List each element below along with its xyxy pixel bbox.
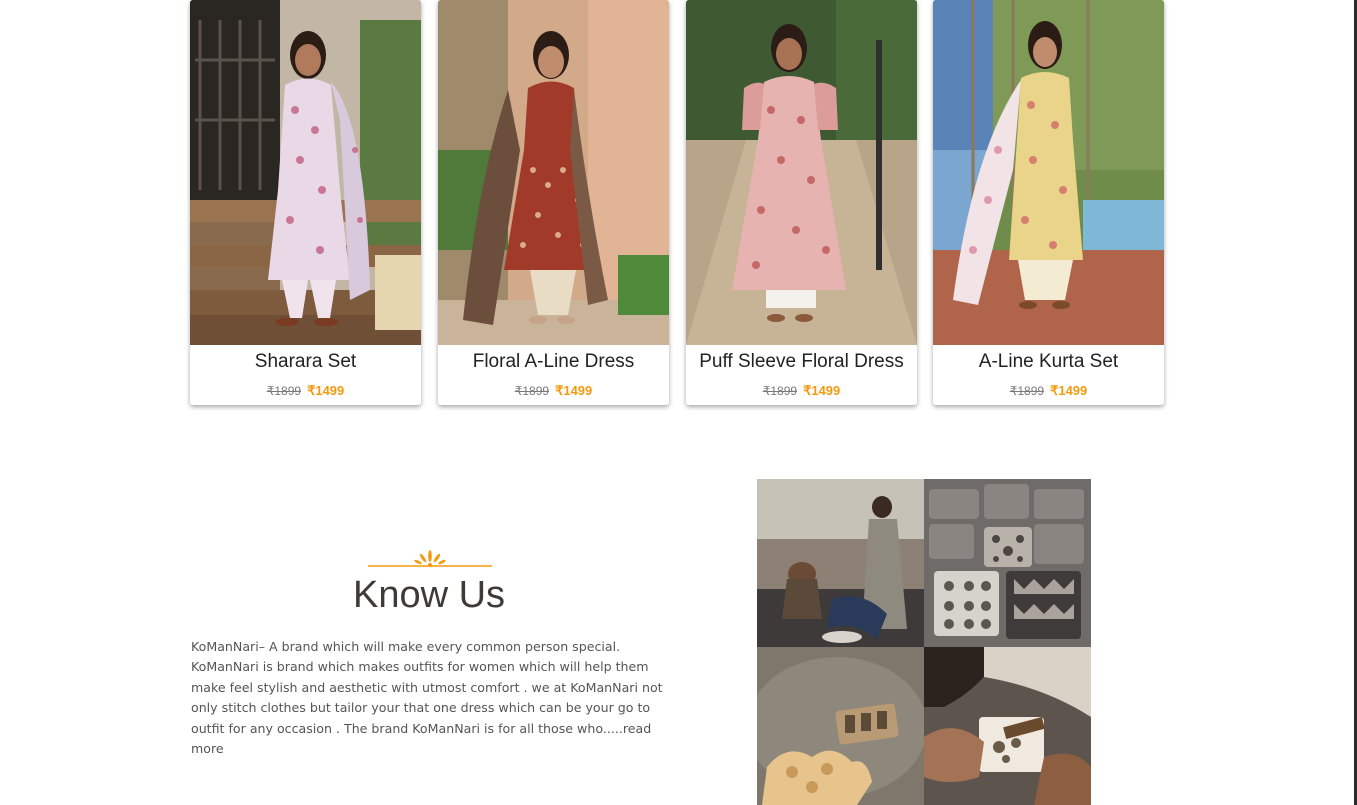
product-grid: Sharara Set ₹1899 ₹1499 Floral A-Line Dr…	[190, 0, 1165, 410]
product-image[interactable]	[190, 0, 421, 345]
product-card[interactable]: A-Line Kurta Set ₹1899 ₹1499	[933, 0, 1164, 405]
product-price: ₹1899 ₹1499	[686, 383, 917, 399]
sale-price: ₹1499	[307, 383, 345, 398]
collage-image	[757, 647, 924, 805]
collage-image	[924, 479, 1091, 647]
collage-image	[924, 647, 1091, 805]
product-price: ₹1899 ₹1499	[933, 383, 1164, 399]
craft-collage	[757, 479, 1091, 805]
original-price: ₹1899	[514, 384, 550, 398]
section-heading: Know Us	[352, 574, 506, 616]
product-card[interactable]: Sharara Set ₹1899 ₹1499	[190, 0, 421, 405]
about-text: KoManNari– A brand which will make every…	[191, 637, 671, 759]
product-card[interactable]: Puff Sleeve Floral Dress ₹1899 ₹1499	[686, 0, 917, 405]
product-image[interactable]	[686, 0, 917, 345]
product-price: ₹1899 ₹1499	[190, 383, 421, 399]
original-price: ₹1899	[1009, 384, 1045, 398]
sale-price: ₹1499	[555, 383, 593, 398]
sale-price: ₹1499	[803, 383, 841, 398]
product-name[interactable]: Floral A-Line Dress	[438, 351, 669, 373]
collage-image	[757, 479, 924, 647]
product-image[interactable]	[438, 0, 669, 345]
original-price: ₹1899	[266, 384, 302, 398]
product-name[interactable]: Puff Sleeve Floral Dress	[686, 351, 917, 373]
product-name[interactable]: A-Line Kurta Set	[933, 351, 1164, 373]
about-body: KoManNari– A brand which will make every…	[191, 639, 663, 736]
flower-ornament-icon	[368, 550, 492, 567]
product-card[interactable]: Floral A-Line Dress ₹1899 ₹1499	[438, 0, 669, 405]
product-price: ₹1899 ₹1499	[438, 383, 669, 399]
sale-price: ₹1499	[1050, 383, 1088, 398]
product-name[interactable]: Sharara Set	[190, 351, 421, 373]
product-image[interactable]	[933, 0, 1164, 345]
original-price: ₹1899	[762, 384, 798, 398]
